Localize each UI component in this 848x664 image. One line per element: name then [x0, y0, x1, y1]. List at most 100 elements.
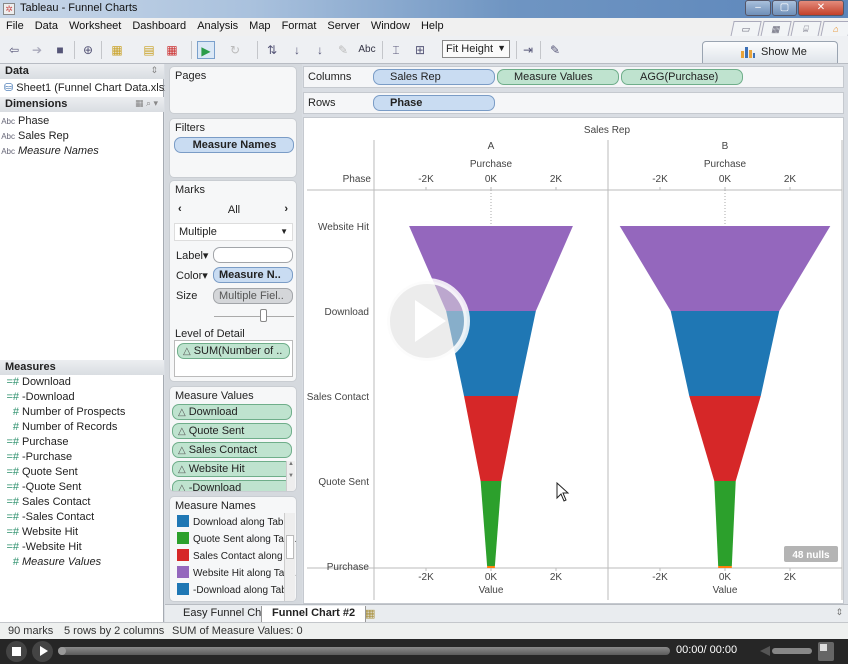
measure-item[interactable]: =# Website Hit — [0, 526, 78, 541]
measure-values-pill[interactable]: △ -Download — [172, 480, 292, 491]
lod-pill[interactable]: △ SUM(Number of .. — [177, 343, 290, 359]
funnel-segment-B-download — [670, 311, 780, 396]
legend-item[interactable]: Website Hit along Tabl.. — [177, 566, 296, 582]
menu-format[interactable]: Format — [276, 18, 322, 32]
columns-pill-agg-purchase[interactable]: AGG(Purchase) — [621, 69, 743, 85]
measure-item[interactable]: =# -Quote Sent — [0, 481, 81, 496]
columns-pill-sales-rep[interactable]: Sales Rep — [373, 69, 495, 85]
forward-icon[interactable]: ➔ — [28, 41, 46, 59]
measure-values-pill[interactable]: △ Download — [172, 404, 292, 420]
volume-icon[interactable] — [760, 646, 770, 656]
fit-dropdown[interactable]: Fit Height ▼ — [442, 40, 510, 58]
legend-scrollbar[interactable] — [284, 513, 295, 601]
label-drop-target[interactable] — [213, 247, 293, 263]
fullscreen-button[interactable] — [818, 642, 834, 661]
menu-map[interactable]: Map — [243, 18, 275, 32]
menu-analysis[interactable]: Analysis — [191, 18, 243, 32]
refresh-icon[interactable]: ↻ — [226, 41, 244, 59]
minimize-button[interactable]: – — [745, 0, 771, 16]
color-shelf-button[interactable]: Color▾ — [176, 269, 208, 282]
calculated-measure-icon: =# — [6, 511, 19, 523]
measure-item[interactable]: =# Download — [0, 376, 70, 391]
legend-item[interactable]: Quote Sent along Tabl.. — [177, 532, 296, 548]
measure-values-pill[interactable]: △ Sales Contact — [172, 442, 292, 458]
datasource-tab-icon[interactable]: ⌸ — [790, 21, 822, 37]
measure-item[interactable]: =# Sales Contact — [0, 496, 90, 511]
level-of-detail-shelf[interactable]: △ SUM(Number of .. — [174, 340, 293, 377]
tab-view-icon-2[interactable]: ▦ — [760, 21, 792, 37]
fix-axes-icon[interactable]: ⊞ — [411, 41, 429, 59]
dimension-item[interactable]: Abc Phase — [0, 115, 49, 130]
tableau-app-icon: ✲ — [3, 3, 15, 15]
measure-item[interactable]: # Measure Values — [0, 556, 101, 571]
legend-scroll-thumb[interactable] — [286, 535, 294, 559]
volume-slider[interactable] — [772, 648, 812, 654]
legend-item[interactable]: -Download along Tabl.. — [177, 583, 295, 599]
new-sheet-tab-icon[interactable]: ▦ — [355, 606, 385, 622]
pages-card[interactable]: Pages — [169, 66, 297, 114]
labels-icon[interactable]: Abc — [356, 41, 378, 59]
phase-header: Phase — [343, 174, 372, 185]
columns-pill-measure-values[interactable]: Measure Values — [497, 69, 619, 85]
presentation-icon[interactable]: ⌶ — [387, 41, 405, 59]
save-icon[interactable]: ■ — [51, 41, 69, 59]
show-me-button[interactable]: Show Me — [702, 41, 838, 63]
rows-pill-phase[interactable]: Phase — [373, 95, 495, 111]
size-pill[interactable]: Multiple Fiel.. — [213, 288, 293, 304]
auto-update-icon[interactable]: ▶ — [197, 41, 215, 59]
measure-values-pill[interactable]: △ Quote Sent — [172, 423, 292, 439]
dimension-item[interactable]: Abc Measure Names — [0, 145, 99, 160]
measure-item[interactable]: =# -Sales Contact — [0, 511, 94, 526]
menu-dashboard[interactable]: Dashboard — [126, 18, 191, 32]
close-button[interactable]: ✕ — [798, 0, 844, 16]
home-tab-icon[interactable]: ⌂ — [820, 21, 848, 37]
menu-file[interactable]: File — [0, 18, 29, 32]
add-datasource-icon[interactable]: ⊕ — [79, 41, 97, 59]
dimension-item[interactable]: Abc Sales Rep — [0, 130, 69, 145]
play-overlay-button[interactable] — [382, 276, 472, 366]
highlight-icon[interactable]: ✎ — [334, 41, 352, 59]
pen-icon[interactable]: ✎ — [546, 41, 564, 59]
measure-item[interactable]: =# Purchase — [0, 436, 68, 451]
menu-server[interactable]: Server — [321, 18, 364, 32]
datasource-item[interactable]: ⛁ Sheet1 (Funnel Chart Data.xlsx) — [4, 81, 173, 96]
maximize-button[interactable]: ▢ — [772, 0, 797, 16]
duplicate-sheet-icon[interactable]: ▤ — [140, 41, 158, 59]
color-pill[interactable]: Measure N.. — [213, 267, 293, 283]
measure-values-pill[interactable]: △ Website Hit — [172, 461, 292, 477]
measure-values-scrollbar[interactable]: ▲ ▼ — [286, 461, 295, 491]
measure-item[interactable]: =# -Website Hit — [0, 541, 81, 556]
sort-ascending-icon[interactable]: ↓ — [288, 41, 306, 59]
menu-window[interactable]: Window — [365, 18, 415, 32]
marks-next-icon[interactable]: › — [284, 203, 288, 215]
timeline-thumb[interactable] — [58, 647, 66, 655]
clear-sheet-icon[interactable]: ▦ — [163, 41, 181, 59]
legend-item[interactable]: Sales Contact along T.. — [177, 549, 296, 565]
menu-worksheet[interactable]: Worksheet — [63, 18, 126, 32]
measure-item[interactable]: # Number of Records — [0, 421, 118, 436]
label-shelf-button[interactable]: Label▾ — [176, 249, 208, 262]
video-timeline[interactable] — [58, 647, 670, 655]
measure-item[interactable]: =# Quote Sent — [0, 466, 77, 481]
measure-item[interactable]: # Number of Prospects — [0, 406, 125, 421]
filter-pill-measure-names[interactable]: Measure Names — [174, 137, 294, 153]
swap-icon[interactable]: ⇅ — [263, 41, 281, 59]
size-slider-thumb[interactable] — [259, 309, 267, 322]
new-worksheet-icon[interactable]: ▦ — [108, 41, 126, 59]
tab-funnel-chart-2[interactable]: Funnel Chart #2 — [261, 606, 367, 622]
legend-item[interactable]: Download along Tabl.. — [177, 515, 291, 531]
stop-button[interactable] — [6, 641, 27, 662]
tab-view-icon-1[interactable]: ▭ — [730, 21, 762, 37]
measure-item[interactable]: =# -Purchase — [0, 451, 72, 466]
pin-icon[interactable]: ⇥ — [519, 41, 537, 59]
menu-help[interactable]: Help — [415, 18, 449, 32]
sort-descending-icon[interactable]: ↓ — [311, 41, 329, 59]
mark-type-dropdown[interactable]: Multiple ▼ — [174, 223, 293, 241]
size-slider-track[interactable] — [214, 316, 294, 317]
tabs-scroll-icon[interactable]: ⇕ — [835, 607, 843, 618]
back-icon[interactable]: ⇦ — [5, 41, 23, 59]
data-pane-header: Data ⇕ — [0, 64, 164, 79]
play-button[interactable] — [32, 641, 53, 662]
menu-data[interactable]: Data — [29, 18, 63, 32]
measure-item[interactable]: =# -Download — [0, 391, 74, 406]
